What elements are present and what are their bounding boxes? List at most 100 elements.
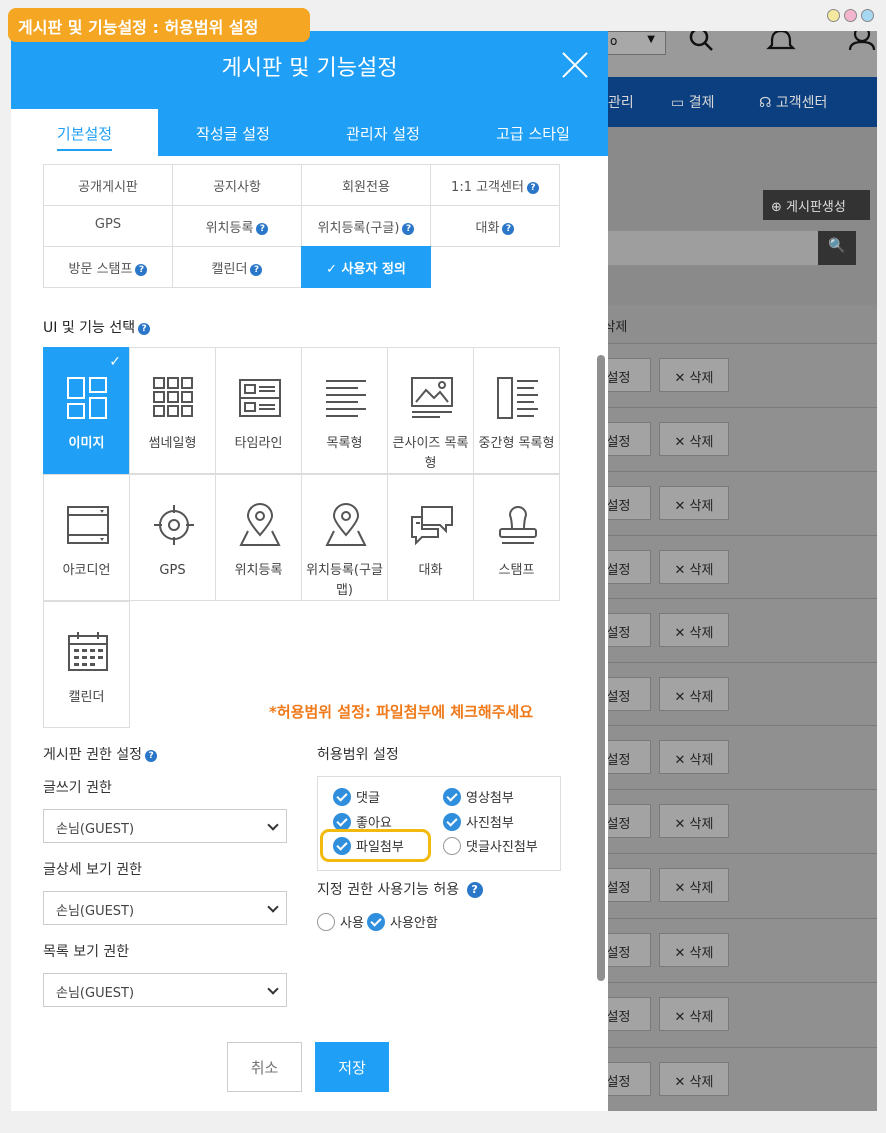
list-permission-label: 목록 보기 권한 xyxy=(43,944,130,960)
feature-custom[interactable]: ✓ 사용자 정의 xyxy=(301,246,431,288)
list-lines-icon xyxy=(326,380,366,417)
check-icon: ✓ xyxy=(326,262,338,277)
ui-gps[interactable]: GPS xyxy=(129,474,216,601)
detail-permission-select[interactable]: 손님(GUEST) xyxy=(43,891,287,925)
highlight-ring xyxy=(320,829,431,862)
search-icon[interactable] xyxy=(687,31,717,53)
ui-chat[interactable]: 대화 xyxy=(387,474,474,601)
close-icon: ✕ xyxy=(674,371,690,386)
bg-nav-support[interactable]: ☊ 고객센터 xyxy=(759,92,827,112)
tab-advanced-style[interactable]: 고급 스타일 xyxy=(458,109,608,156)
write-permission-select[interactable]: 손님(GUEST) xyxy=(43,809,287,843)
ui-location[interactable]: 위치등록 xyxy=(215,474,302,601)
bg-delete-button[interactable]: ✕ 삭제 xyxy=(659,740,729,774)
assign-use-radio[interactable]: 사용 xyxy=(317,912,364,931)
checked-icon xyxy=(443,813,461,831)
help-icon[interactable]: ? xyxy=(138,323,151,335)
close-icon: ✕ xyxy=(674,1010,690,1025)
ui-location-google[interactable]: 위치등록(구글맵) xyxy=(301,474,388,601)
maximize-dot[interactable] xyxy=(844,9,857,22)
chevron-down-icon xyxy=(267,819,279,831)
bg-delete-label: 삭제 xyxy=(689,371,714,386)
close-icon: ✕ xyxy=(674,753,690,768)
radio-on-icon xyxy=(367,913,385,931)
close-icon[interactable] xyxy=(561,51,589,79)
bg-delete-button[interactable]: ✕ 삭제 xyxy=(659,613,729,647)
feature-gps[interactable]: GPS xyxy=(43,205,173,247)
bg-delete-button[interactable]: ✕ 삭제 xyxy=(659,422,729,456)
bg-delete-button[interactable]: ✕ 삭제 xyxy=(659,550,729,584)
bg-delete-button[interactable]: ✕ 삭제 xyxy=(659,804,729,838)
scrollbar[interactable] xyxy=(597,355,605,981)
bg-delete-label: 삭제 xyxy=(689,499,714,514)
scope-section-title: 허용범위 설정 xyxy=(317,747,399,763)
tab-admin-settings[interactable]: 관리자 설정 xyxy=(308,109,458,156)
ui-stamp[interactable]: 스탬프 xyxy=(473,474,560,601)
scope-comment-checkbox[interactable]: 댓글 xyxy=(333,787,380,806)
feature-members-only[interactable]: 회원전용 xyxy=(301,164,431,206)
minimize-dot[interactable] xyxy=(827,9,840,22)
help-icon[interactable]: ? xyxy=(402,223,415,235)
close-icon: ✕ xyxy=(674,499,690,514)
help-icon[interactable]: ? xyxy=(135,264,148,276)
check-icon: ✓ xyxy=(109,354,121,370)
close-icon: ✕ xyxy=(674,435,690,450)
ui-timeline[interactable]: 타임라인 xyxy=(215,347,302,474)
ui-medium-list[interactable]: 중간형 목록형 xyxy=(473,347,560,474)
feature-one-to-one[interactable]: 1:1 고객센터? xyxy=(430,164,560,206)
tab-bar: 기본설정 작성글 설정 관리자 설정 고급 스타일 xyxy=(11,109,608,156)
help-icon[interactable]: ? xyxy=(502,223,515,235)
ui-list[interactable]: 목록형 xyxy=(301,347,388,474)
ui-accordion[interactable]: 아코디언 xyxy=(43,474,130,601)
bg-delete-label: 삭제 xyxy=(689,690,714,705)
feature-chat[interactable]: 대화? xyxy=(430,205,560,247)
feature-calendar[interactable]: 캘린더? xyxy=(172,246,302,288)
bg-create-board-button[interactable]: ⊕ 게시판생성 xyxy=(763,190,870,220)
bg-delete-label: 삭제 xyxy=(689,626,714,641)
help-icon[interactable]: ? xyxy=(256,223,269,235)
perm-section-title: 게시판 권한 설정? xyxy=(43,744,158,764)
bg-delete-button[interactable]: ✕ 삭제 xyxy=(659,933,729,967)
board-settings-modal: 게시판 및 기능설정 기본설정 작성글 설정 관리자 설정 고급 스타일 공개게… xyxy=(11,31,608,1111)
ui-image[interactable]: ✓ 이미지 xyxy=(43,347,130,474)
bg-delete-button[interactable]: ✕ 삭제 xyxy=(659,868,729,902)
write-permission-label: 글쓰기 권한 xyxy=(43,780,112,796)
bg-delete-button[interactable]: ✕ 삭제 xyxy=(659,486,729,520)
help-icon[interactable]: ? xyxy=(466,882,483,898)
tab-post-settings[interactable]: 작성글 설정 xyxy=(158,109,308,156)
ui-thumbnail[interactable]: 썸네일형 xyxy=(129,347,216,474)
bg-delete-button[interactable]: ✕ 삭제 xyxy=(659,677,729,711)
image-layout-icon xyxy=(67,377,107,419)
save-button[interactable]: 저장 xyxy=(315,1042,389,1092)
tab-basic[interactable]: 기본설정 xyxy=(11,109,158,156)
ui-large-list[interactable]: 큰사이즈 목록형 xyxy=(387,347,474,474)
bg-nav-payment[interactable]: ▭ 결제 xyxy=(671,92,714,112)
feature-public-board[interactable]: 공개게시판 xyxy=(43,164,173,206)
bg-delete-label: 삭제 xyxy=(689,753,714,768)
close-icon: ✕ xyxy=(674,1075,690,1090)
bg-delete-button[interactable]: ✕ 삭제 xyxy=(659,997,729,1031)
assign-not-use-radio[interactable]: 사용안함 xyxy=(367,912,438,931)
help-icon[interactable]: ? xyxy=(250,264,263,276)
feature-location-google[interactable]: 위치등록(구글)? xyxy=(301,205,431,247)
bg-nav-manage[interactable]: 관리 xyxy=(608,92,634,112)
scope-comment-photo-checkbox[interactable]: 댓글사진첨부 xyxy=(443,836,538,855)
scope-video-checkbox[interactable]: 영상첨부 xyxy=(443,787,514,806)
cancel-button[interactable]: 취소 xyxy=(227,1042,302,1092)
help-icon[interactable]: ? xyxy=(145,750,158,762)
user-icon[interactable] xyxy=(847,31,877,53)
bell-icon[interactable] xyxy=(766,31,796,53)
close-dot[interactable] xyxy=(861,9,874,22)
bg-search-button[interactable]: 🔍 xyxy=(818,231,856,265)
bg-delete-button[interactable]: ✕ 삭제 xyxy=(659,358,729,392)
bg-delete-button[interactable]: ✕ 삭제 xyxy=(659,1062,729,1096)
feature-visit-stamp[interactable]: 방문 스탬프? xyxy=(43,246,173,288)
feature-location[interactable]: 위치등록? xyxy=(172,205,302,247)
list-permission-select[interactable]: 손님(GUEST) xyxy=(43,973,287,1007)
ui-calendar[interactable]: 캘린더 xyxy=(43,601,130,728)
stamp-icon xyxy=(499,506,537,544)
feature-notice[interactable]: 공지사항 xyxy=(172,164,302,206)
help-icon[interactable]: ? xyxy=(526,182,539,194)
close-icon: ✕ xyxy=(674,626,690,641)
scope-photo-checkbox[interactable]: 사진첨부 xyxy=(443,812,514,831)
